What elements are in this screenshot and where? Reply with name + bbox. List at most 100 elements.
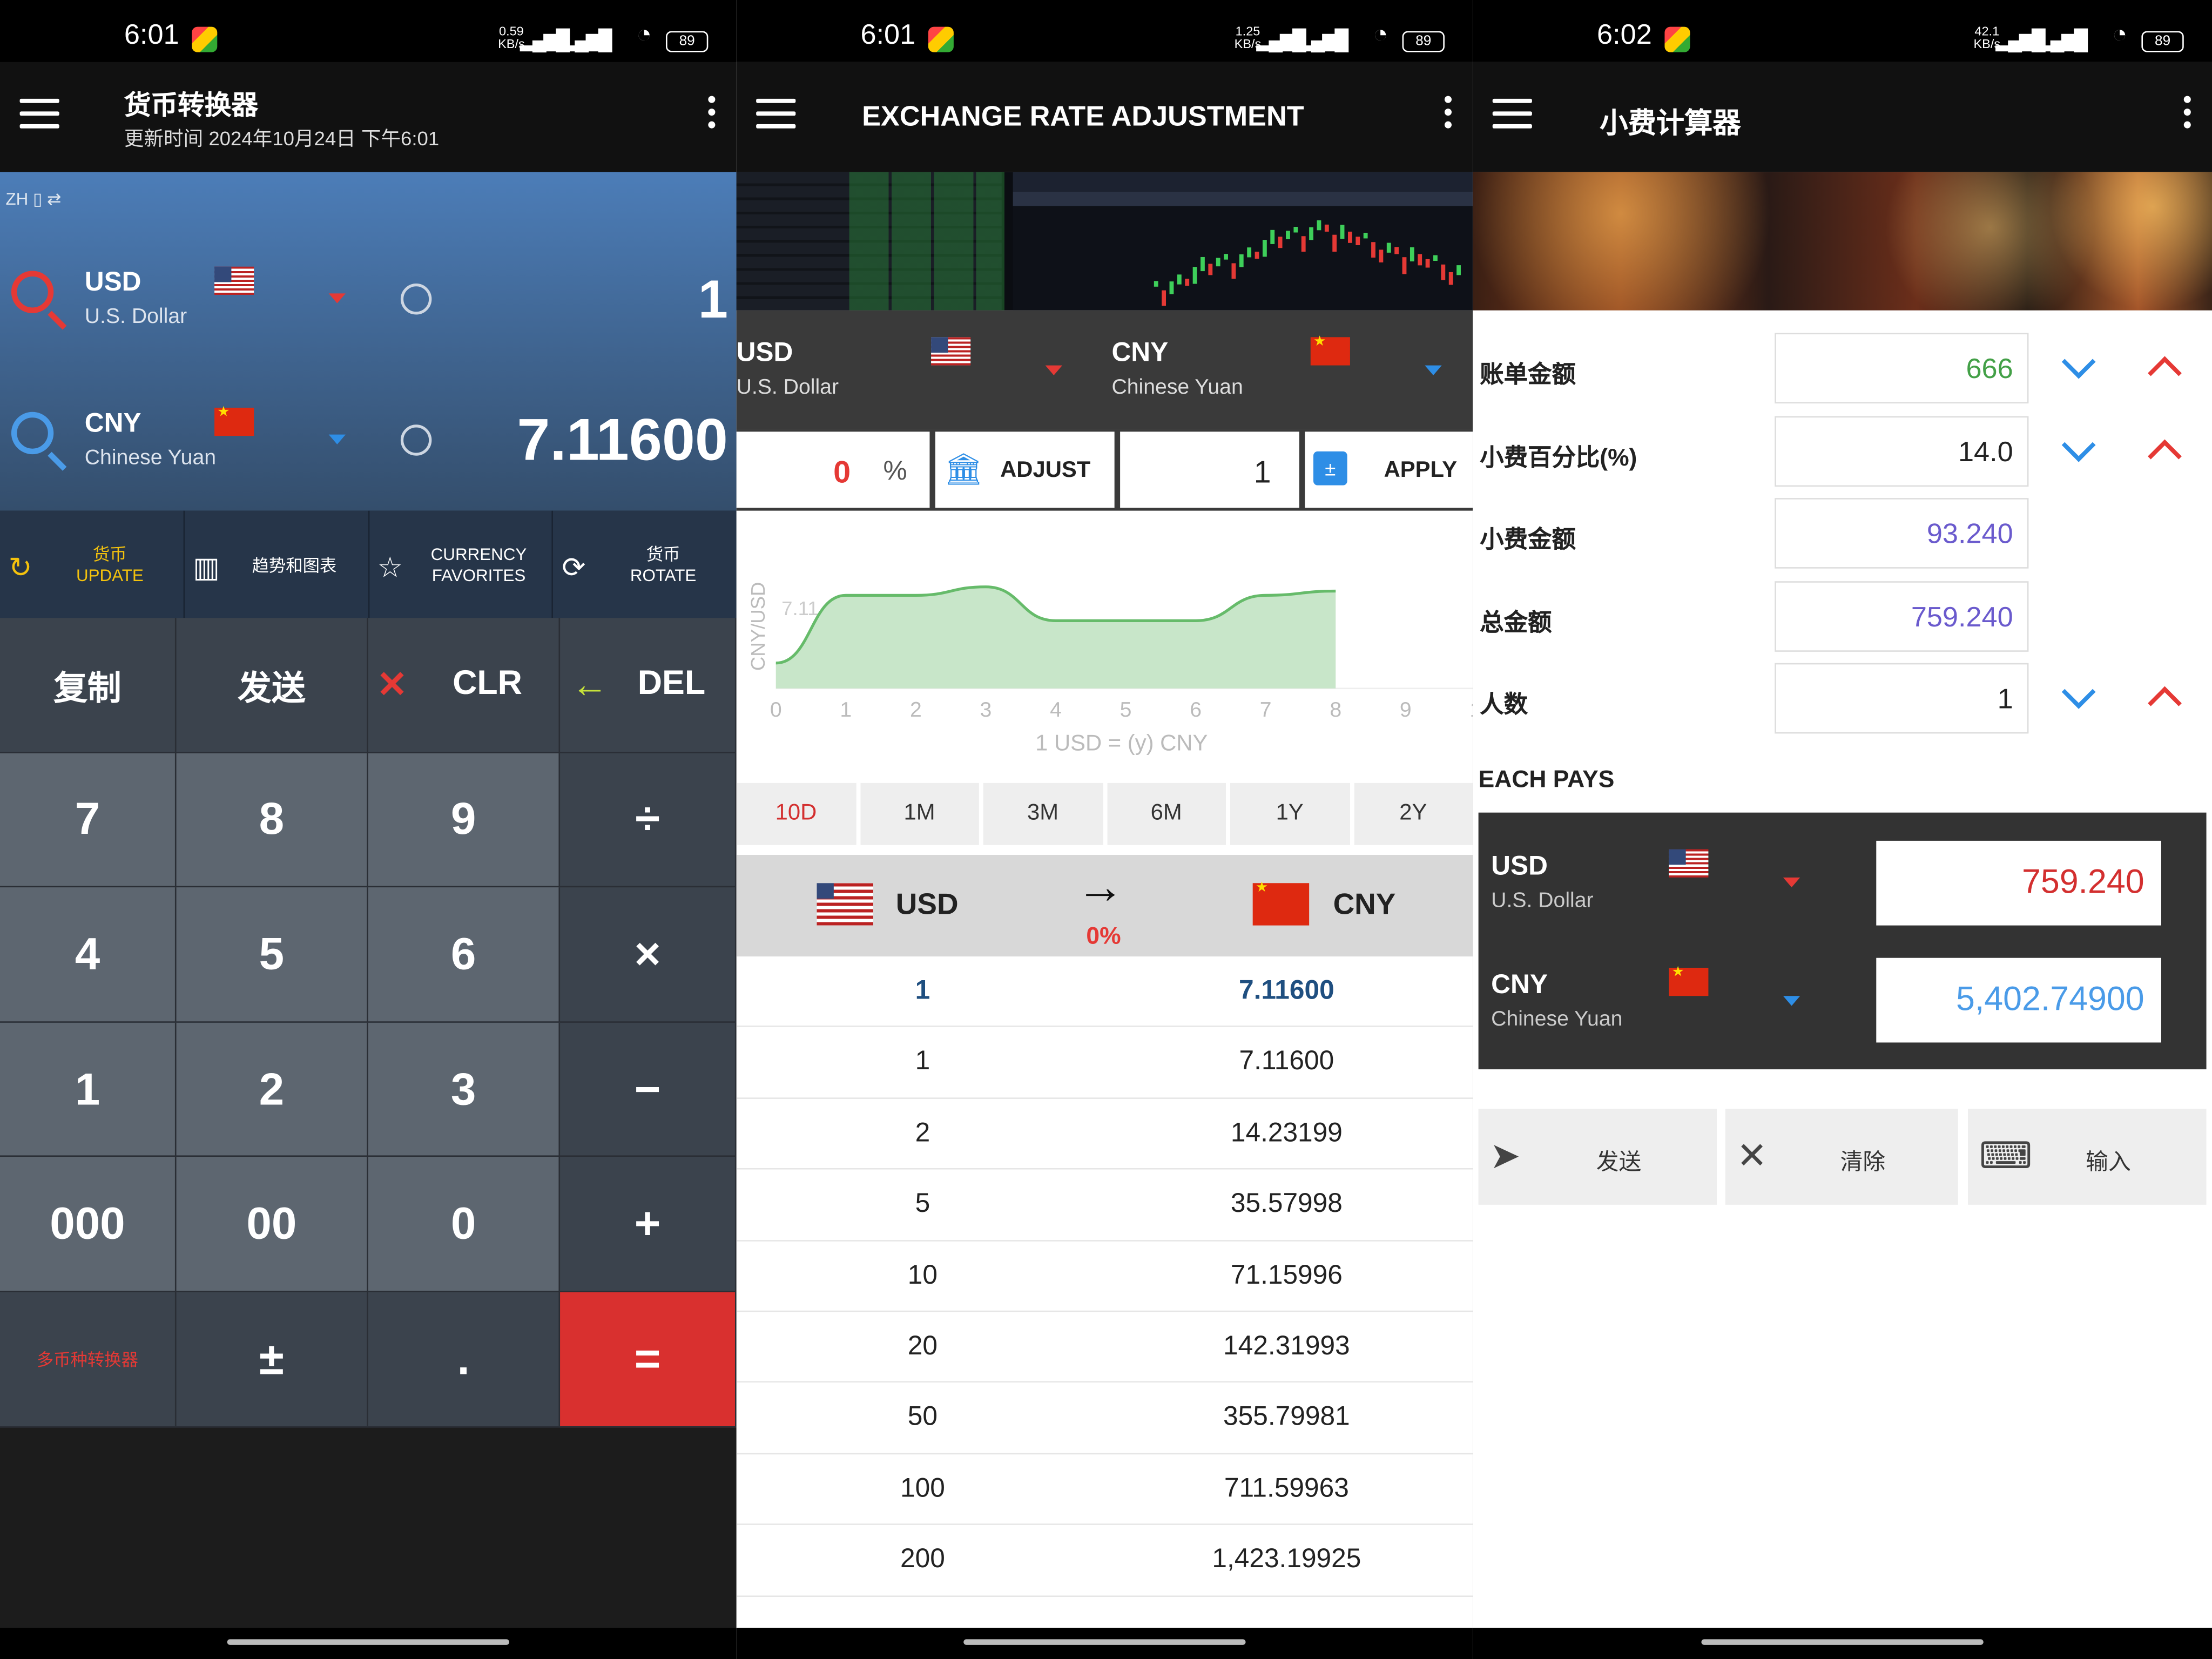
percent-input[interactable]: 0 %: [736, 431, 930, 508]
candle: [1309, 227, 1313, 240]
update-button[interactable]: ↻ 货币 UPDATE: [0, 510, 185, 618]
field-input[interactable]: 666: [1775, 333, 2029, 404]
multi-currency-key[interactable]: 多币种转换器: [0, 1292, 177, 1427]
key-5[interactable]: 5: [176, 887, 368, 1023]
multiply-key[interactable]: ×: [560, 887, 737, 1023]
keypad: 复制 发送 ✕ CLR ← DEL 7 8 9 ÷ 4 5 6 × 1 2 3 − …: [0, 618, 737, 1427]
copy-key[interactable]: 复制: [0, 618, 177, 753]
chevron-up-icon[interactable]: [2148, 356, 2182, 390]
menu-icon[interactable]: [19, 98, 59, 130]
key-8[interactable]: 8: [176, 752, 368, 888]
period-tab-3m[interactable]: 3M: [983, 783, 1103, 845]
period-tab-10d[interactable]: 10D: [736, 783, 856, 845]
dropdown-icon[interactable]: [1783, 996, 1800, 1006]
key-2[interactable]: 2: [176, 1022, 368, 1158]
chevron-up-icon[interactable]: [2148, 686, 2182, 720]
history-icon[interactable]: [400, 284, 432, 315]
dropdown-icon[interactable]: [1783, 877, 1800, 888]
us-flag-icon: [214, 266, 254, 295]
key-00[interactable]: 00: [176, 1157, 368, 1292]
chevron-up-icon[interactable]: [2148, 439, 2182, 473]
period-tab-1m[interactable]: 1M: [860, 783, 979, 845]
candle: [1216, 258, 1220, 267]
key-1[interactable]: 1: [0, 1022, 177, 1158]
trends-charts-button[interactable]: ▥ 趋势和图表: [185, 510, 369, 618]
key-6[interactable]: 6: [368, 887, 561, 1023]
clear-button[interactable]: ✕ 清除: [1725, 1109, 1958, 1205]
chevron-down-icon[interactable]: [2061, 427, 2096, 462]
candle: [1169, 281, 1174, 294]
pay-to-code[interactable]: CNY: [1491, 970, 1548, 1001]
input-button[interactable]: ⌨ 输入: [1968, 1109, 2207, 1205]
app-bar: 货币转换器 更新时间 2024年10月24日 下午6:01: [0, 62, 737, 172]
plus-minus-key[interactable]: ±: [176, 1292, 368, 1427]
equals-key[interactable]: =: [560, 1292, 737, 1427]
amount-input[interactable]: 1: [1120, 431, 1299, 508]
search-icon[interactable]: [11, 412, 54, 455]
row-to-amount: 35.57998: [1230, 1189, 1343, 1219]
divide-key[interactable]: ÷: [560, 752, 737, 888]
rotate-button[interactable]: ⟳ 货币 ROTATE: [554, 511, 737, 618]
chart-x-tick: 0: [770, 698, 782, 721]
chevron-down-icon[interactable]: [2061, 675, 2096, 709]
pay-from-value: 759.240: [1876, 840, 2161, 926]
vibrate-icon[interactable]: ▯: [33, 189, 42, 209]
dropdown-icon[interactable]: [1425, 365, 1442, 375]
candle: [1355, 237, 1360, 246]
pay-from-code[interactable]: USD: [1491, 852, 1548, 883]
key-0[interactable]: 0: [368, 1157, 561, 1292]
from-currency-code[interactable]: USD: [737, 339, 793, 369]
period-tab-6m[interactable]: 6M: [1107, 783, 1226, 845]
dropdown-icon[interactable]: [1045, 365, 1063, 375]
field-input[interactable]: 14.0: [1775, 415, 2029, 486]
from-currency-code[interactable]: USD: [85, 268, 141, 299]
apply-button[interactable]: ± APPLY: [1305, 431, 1473, 508]
field-input[interactable]: 1: [1775, 663, 2029, 734]
send-key[interactable]: 发送: [176, 618, 368, 753]
dropdown-icon[interactable]: [328, 293, 346, 304]
tip-field-row: 小费金额 93.240: [1473, 498, 2212, 571]
key-3[interactable]: 3: [368, 1022, 561, 1158]
battery-icon: 89: [2141, 31, 2184, 52]
key-7[interactable]: 7: [0, 752, 177, 888]
field-input[interactable]: 759.240: [1775, 580, 2029, 651]
period-tab-2y[interactable]: 2Y: [1353, 783, 1473, 845]
field-input[interactable]: 93.240: [1775, 498, 2029, 569]
table-row: 100 711.59963: [736, 1454, 1473, 1526]
period-tab-1y[interactable]: 1Y: [1230, 783, 1350, 845]
candle: [1425, 259, 1430, 268]
table-row: 200 1,423.19925: [736, 1525, 1473, 1596]
adjust-button[interactable]: 🏛 ADJUST: [935, 431, 1115, 508]
clear-key[interactable]: ✕ CLR: [368, 618, 561, 753]
to-currency-code[interactable]: CNY: [1111, 339, 1168, 369]
menu-icon[interactable]: [756, 98, 796, 130]
dropdown-icon[interactable]: [328, 434, 346, 444]
tip-field-row: 小费百分比(%) 14.0: [1473, 415, 2212, 489]
from-amount[interactable]: 1: [698, 271, 728, 332]
decimal-key[interactable]: .: [368, 1292, 561, 1427]
function-buttons: ↻ 货币 UPDATE ▥ 趋势和图表 ☆ CURRENCY FAVORITES ⟳ 货…: [0, 510, 737, 618]
refresh-icon[interactable]: [400, 424, 432, 456]
send-button[interactable]: ➤ 发送: [1478, 1109, 1717, 1205]
bank-icon: 🏛: [943, 451, 983, 487]
more-options-icon[interactable]: [2183, 96, 2193, 134]
menu-icon[interactable]: [1492, 98, 1532, 130]
to-currency-code[interactable]: CNY: [85, 409, 141, 440]
delete-key[interactable]: ← DEL: [560, 618, 737, 753]
favorites-button[interactable]: ☆ CURRENCY FAVORITES: [369, 510, 554, 618]
chart-y-label: CNY/USD: [747, 582, 769, 671]
tip-field-row: 账单金额 666: [1473, 333, 2212, 406]
swap-icon[interactable]: ⇄: [47, 189, 61, 209]
more-options-icon[interactable]: [1444, 96, 1453, 134]
apply-label: APPLY: [1384, 458, 1458, 483]
key-4[interactable]: 4: [0, 887, 177, 1023]
search-icon[interactable]: [11, 271, 54, 313]
delete-label: DEL: [637, 665, 706, 703]
key-000[interactable]: 000: [0, 1157, 177, 1292]
key-9[interactable]: 9: [368, 752, 561, 888]
more-options-icon[interactable]: [708, 96, 717, 134]
candle: [1410, 247, 1414, 262]
subtract-key[interactable]: −: [560, 1022, 737, 1158]
add-key[interactable]: +: [560, 1157, 737, 1292]
chevron-down-icon[interactable]: [2061, 345, 2096, 379]
